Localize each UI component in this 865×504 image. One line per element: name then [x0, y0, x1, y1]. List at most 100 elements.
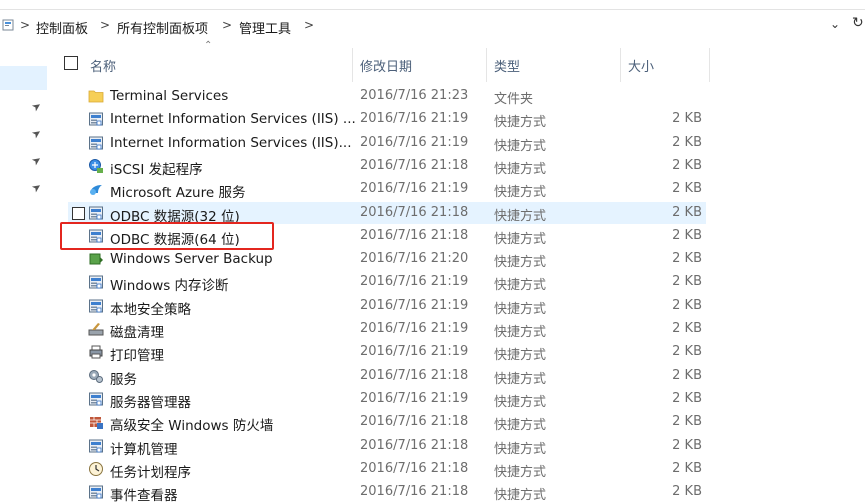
- file-name[interactable]: Windows Server Backup: [110, 251, 273, 267]
- file-modified-date: 2016/7/16 21:18: [360, 227, 469, 243]
- file-row[interactable]: iSCSI 发起程序 2016/7/16 21:18 快捷方式 2 KB: [0, 155, 865, 178]
- file-type: 快捷方式: [494, 464, 547, 480]
- file-type: 快捷方式: [494, 394, 547, 410]
- file-row[interactable]: 服务器管理器 2016/7/16 21:19 快捷方式 2 KB: [0, 388, 865, 411]
- file-type: 快捷方式: [494, 488, 547, 504]
- column-divider[interactable]: [620, 48, 621, 82]
- file-size: 2 KB: [672, 437, 702, 453]
- file-row[interactable]: Terminal Services 2016/7/16 21:23 文件夹: [0, 85, 865, 108]
- file-row[interactable]: Internet Information Services (IIS) ... 2…: [0, 108, 865, 131]
- azure-icon: [88, 181, 104, 197]
- file-type: 文件夹: [494, 92, 534, 107]
- breadcrumb-separator: >: [222, 18, 233, 32]
- disk-cleanup-icon: [88, 321, 104, 337]
- file-row[interactable]: 事件查看器 2016/7/16 21:18 快捷方式 2 KB: [0, 481, 865, 504]
- file-name[interactable]: 服务器管理器: [110, 391, 191, 411]
- column-header-name[interactable]: 名称: [90, 56, 116, 75]
- column-divider[interactable]: [486, 48, 487, 82]
- file-name[interactable]: 事件查看器: [110, 484, 178, 504]
- refresh-icon[interactable]: ↻: [852, 15, 864, 31]
- file-name[interactable]: 高级安全 Windows 防火墙: [110, 414, 273, 434]
- column-header-type[interactable]: 类型: [494, 56, 520, 75]
- file-type: 快捷方式: [494, 441, 547, 457]
- file-modified-date: 2016/7/16 21:18: [360, 484, 469, 500]
- file-modified-date: 2016/7/16 21:18: [360, 460, 469, 476]
- file-type: 快捷方式: [494, 138, 547, 154]
- firewall-icon: [88, 414, 104, 430]
- file-row[interactable]: 磁盘清理 2016/7/16 21:19 快捷方式 2 KB: [0, 318, 865, 341]
- file-row[interactable]: 高级安全 Windows 防火墙 2016/7/16 21:18 快捷方式 2 KB: [0, 411, 865, 434]
- file-name[interactable]: iSCSI 发起程序: [110, 158, 203, 178]
- file-type: 快捷方式: [494, 348, 547, 364]
- file-modified-date: 2016/7/16 21:20: [360, 251, 469, 267]
- file-row[interactable]: Internet Information Services (IIS)... 20…: [0, 132, 865, 155]
- file-size: 2 KB: [672, 460, 702, 476]
- file-type: 快捷方式: [494, 255, 547, 271]
- file-size: 2 KB: [672, 414, 702, 430]
- file-row[interactable]: 打印管理 2016/7/16 21:19 快捷方式 2 KB: [0, 341, 865, 364]
- file-name[interactable]: Microsoft Azure 服务: [110, 181, 245, 201]
- file-modified-date: 2016/7/16 21:23: [360, 88, 469, 103]
- file-size: 2 KB: [672, 367, 702, 383]
- iscsi-icon: [88, 158, 104, 174]
- file-size: 2 KB: [672, 484, 702, 500]
- file-size: 2 KB: [672, 157, 702, 173]
- file-name[interactable]: Internet Information Services (IIS) ...: [110, 111, 356, 127]
- annotation-highlight-box: [60, 222, 274, 250]
- memory-diagnostic-icon: [88, 274, 104, 290]
- file-size: 2 KB: [672, 321, 702, 336]
- file-name[interactable]: 任务计划程序: [110, 461, 191, 481]
- file-type: 快捷方式: [494, 325, 547, 340]
- file-size: 2 KB: [672, 274, 702, 290]
- file-modified-date: 2016/7/16 21:19: [360, 321, 469, 336]
- file-modified-date: 2016/7/16 21:19: [360, 344, 469, 360]
- security-policy-icon: [88, 298, 104, 314]
- file-type: 快捷方式: [494, 161, 547, 177]
- printer-icon: [88, 344, 104, 360]
- address-bar[interactable]: > 控制面板 > 所有控制面板项 > 管理工具 > ⌄ ↻: [0, 12, 865, 42]
- column-divider[interactable]: [709, 48, 710, 82]
- file-row[interactable]: Windows 内存诊断 2016/7/16 21:19 快捷方式 2 KB: [0, 271, 865, 294]
- file-modified-date: 2016/7/16 21:18: [360, 157, 469, 173]
- file-name[interactable]: 服务: [110, 368, 137, 388]
- select-all-checkbox[interactable]: [64, 56, 78, 70]
- column-header-row: ⌃ 名称 修改日期 类型 大小: [56, 40, 865, 84]
- file-row[interactable]: 本地安全策略 2016/7/16 21:19 快捷方式 2 KB: [0, 295, 865, 318]
- sort-ascending-icon: ⌃: [204, 40, 213, 51]
- breadcrumb-separator: >: [20, 18, 31, 32]
- file-type: 快捷方式: [494, 231, 547, 247]
- column-header-date[interactable]: 修改日期: [360, 56, 412, 75]
- file-row[interactable]: Windows Server Backup 2016/7/16 21:20 快捷方式…: [0, 248, 865, 271]
- file-name[interactable]: 计算机管理: [110, 438, 178, 458]
- file-modified-date: 2016/7/16 21:18: [360, 204, 469, 220]
- iis-manager-icon: [88, 135, 104, 151]
- file-name[interactable]: Windows 内存诊断: [110, 274, 229, 294]
- file-type: 快捷方式: [494, 115, 547, 131]
- file-type: 快捷方式: [494, 301, 547, 317]
- breadcrumb-item-administrative-tools[interactable]: 管理工具: [239, 18, 291, 37]
- file-row[interactable]: Microsoft Azure 服务 2016/7/16 21:19 快捷方式 2 K…: [0, 178, 865, 201]
- file-size: 2 KB: [672, 181, 702, 197]
- file-modified-date: 2016/7/16 21:19: [360, 134, 469, 150]
- file-name[interactable]: Internet Information Services (IIS)...: [110, 135, 352, 151]
- file-name[interactable]: Terminal Services: [110, 88, 228, 104]
- task-scheduler-icon: [88, 461, 104, 477]
- server-manager-icon: [88, 391, 104, 407]
- file-row[interactable]: 服务 2016/7/16 21:18 快捷方式 2 KB: [0, 365, 865, 388]
- file-row[interactable]: 计算机管理 2016/7/16 21:18 快捷方式 2 KB: [0, 435, 865, 458]
- column-divider[interactable]: [352, 48, 353, 82]
- file-name[interactable]: 打印管理: [110, 344, 164, 364]
- breadcrumb-item-all-control-panel-items[interactable]: 所有控制面板项: [117, 18, 208, 37]
- file-modified-date: 2016/7/16 21:18: [360, 414, 469, 430]
- window-top-strip: [0, 0, 865, 10]
- file-name[interactable]: 本地安全策略: [110, 298, 191, 318]
- chevron-down-icon[interactable]: ⌄: [830, 17, 840, 31]
- file-type: 快捷方式: [494, 208, 547, 224]
- column-header-size[interactable]: 大小: [628, 56, 654, 75]
- file-row[interactable]: 任务计划程序 2016/7/16 21:18 快捷方式 2 KB: [0, 458, 865, 481]
- breadcrumb-item-control-panel[interactable]: 控制面板: [36, 18, 88, 37]
- row-checkbox[interactable]: [72, 206, 85, 220]
- file-name[interactable]: 磁盘清理: [110, 321, 164, 341]
- backup-icon: [88, 251, 104, 267]
- file-modified-date: 2016/7/16 21:18: [360, 437, 469, 453]
